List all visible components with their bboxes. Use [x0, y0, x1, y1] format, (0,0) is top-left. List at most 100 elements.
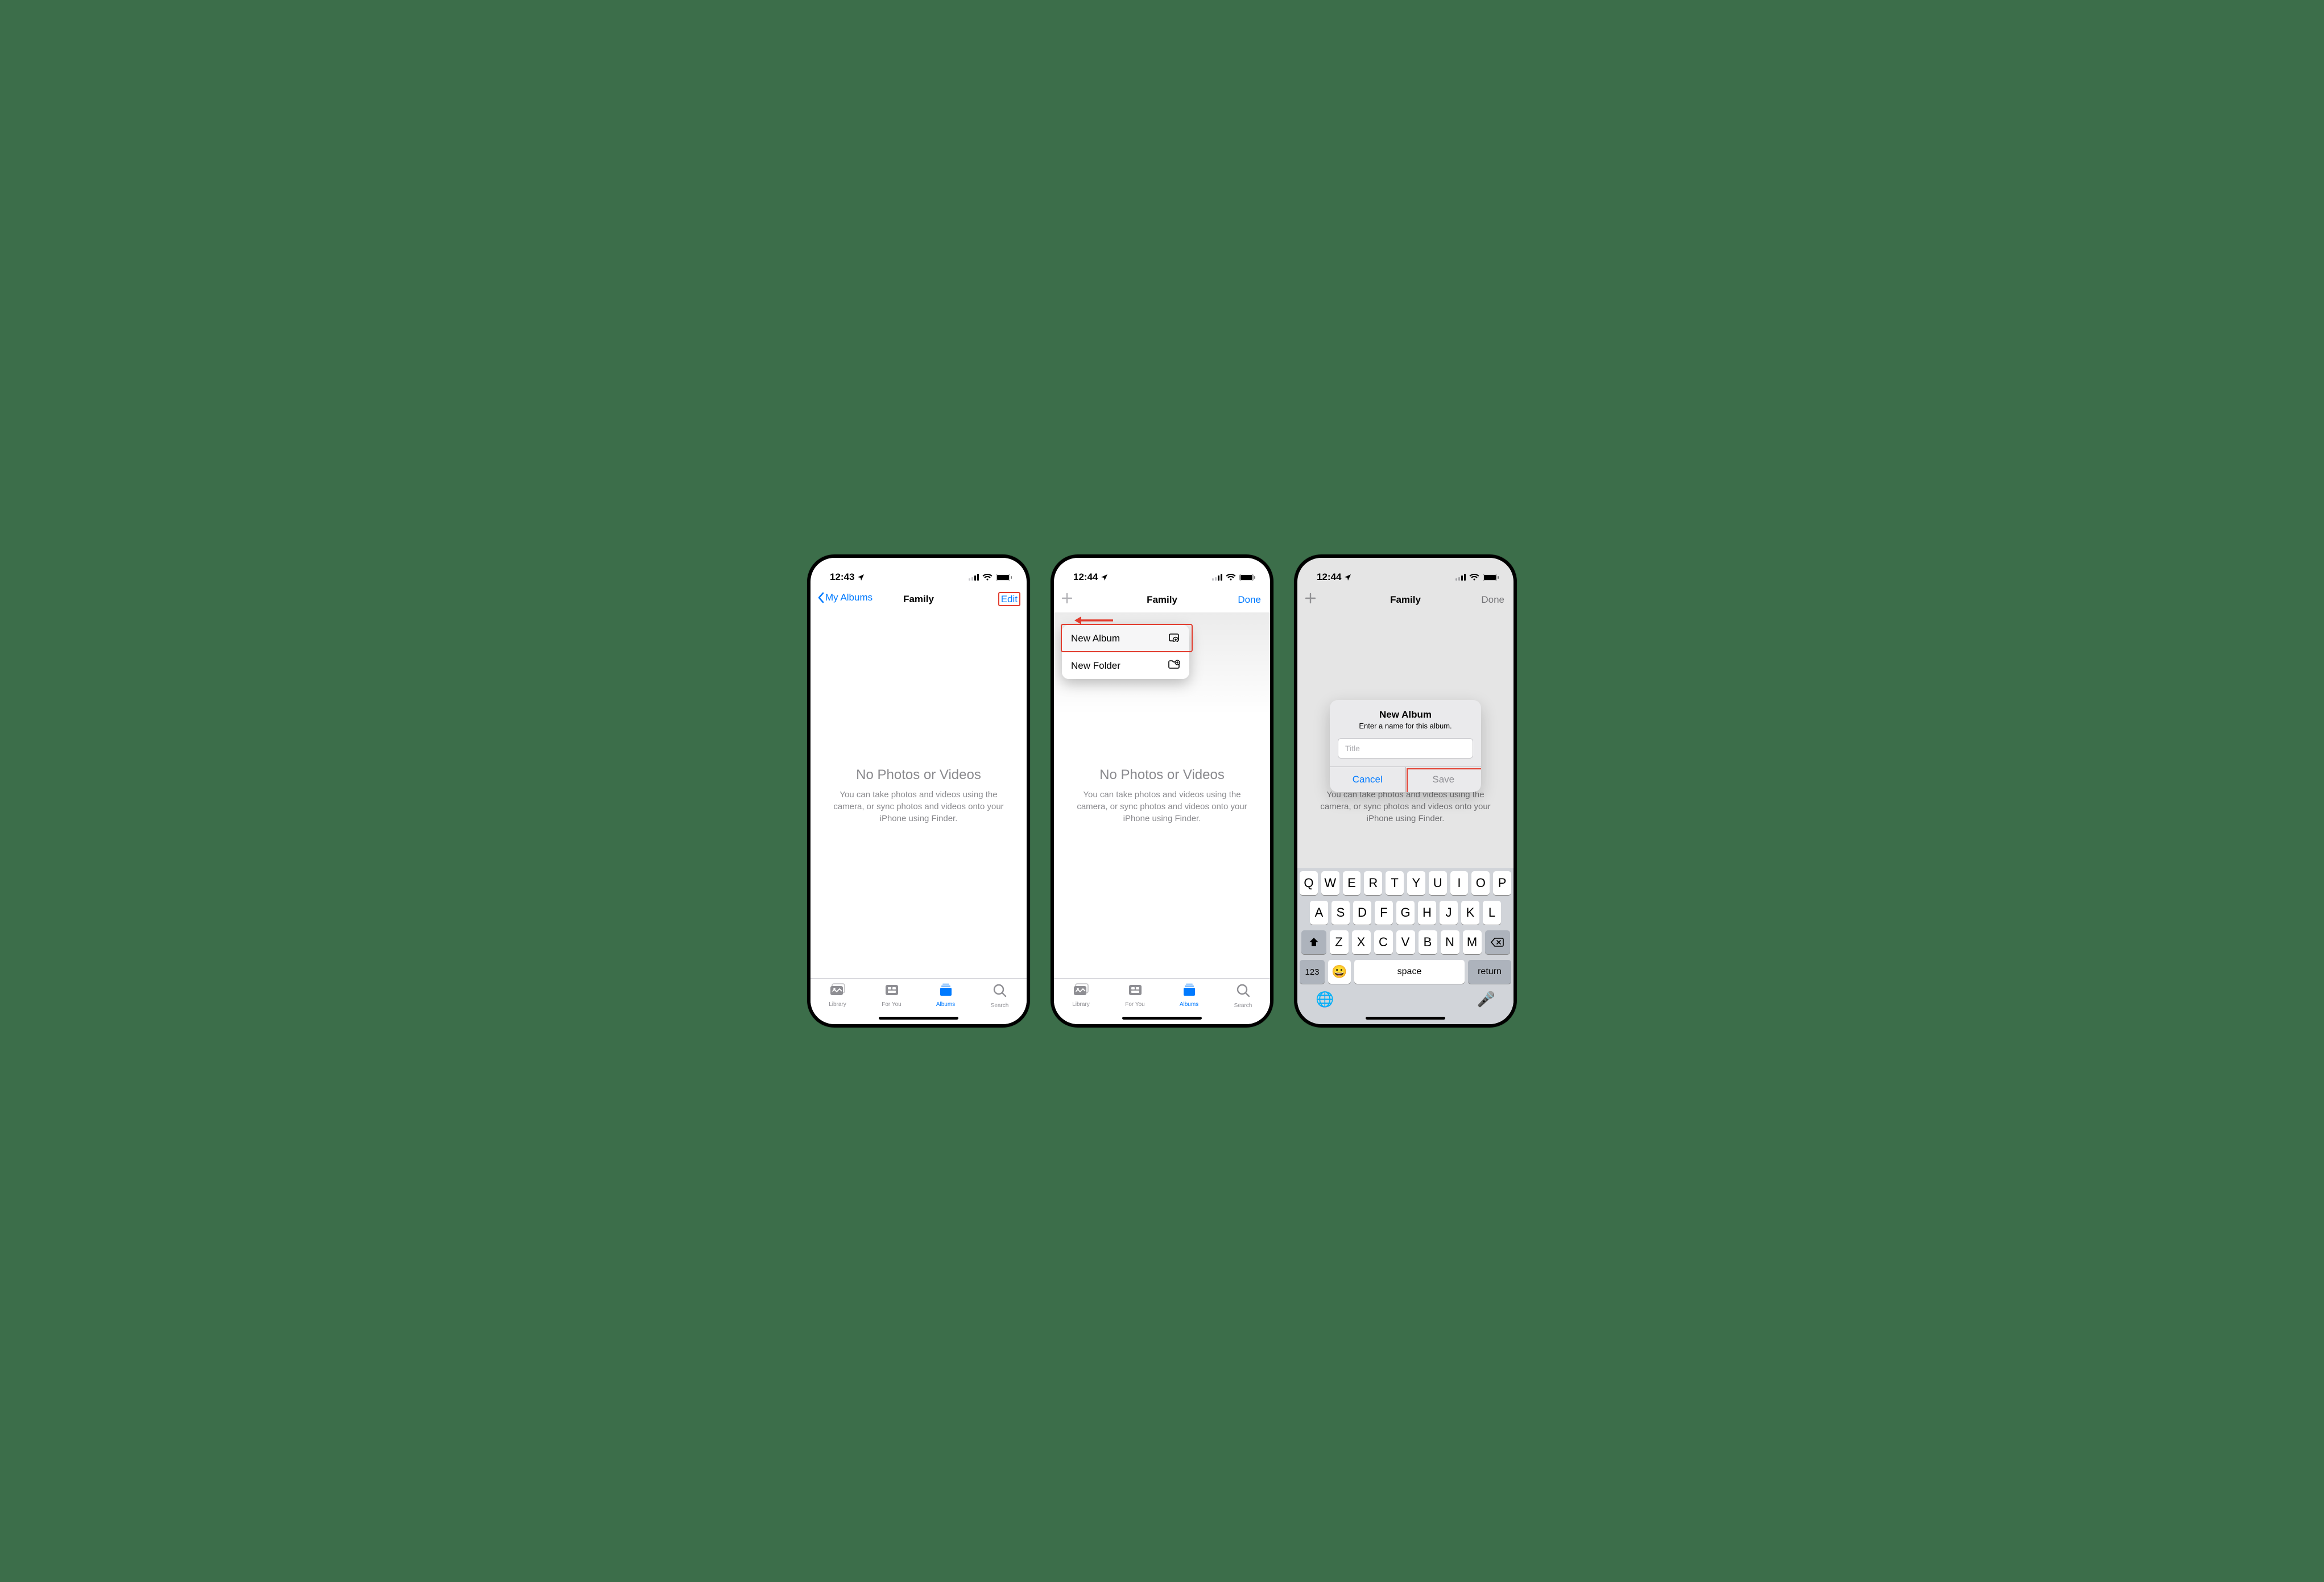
key-T[interactable]: T	[1386, 871, 1404, 895]
key-H[interactable]: H	[1418, 901, 1436, 925]
chevron-left-icon	[817, 592, 824, 603]
key-C[interactable]: C	[1374, 930, 1393, 954]
alert-title: New Album	[1330, 700, 1481, 722]
key-S[interactable]: S	[1331, 901, 1350, 925]
menu-item-new-album[interactable]: New Album	[1062, 625, 1189, 652]
globe-icon[interactable]: 🌐	[1316, 991, 1334, 1008]
plus-icon	[1061, 592, 1073, 604]
key-Y[interactable]: Y	[1407, 871, 1425, 895]
key-K[interactable]: K	[1461, 901, 1479, 925]
empty-subtitle: You can take photos and videos using the…	[824, 789, 1013, 825]
alert-message: Enter a name for this album.	[1330, 722, 1481, 738]
back-button[interactable]: My Albums	[817, 592, 872, 603]
battery-icon	[1483, 574, 1499, 581]
wifi-icon	[1226, 574, 1236, 581]
key-F[interactable]: F	[1375, 901, 1393, 925]
menu-item-new-folder[interactable]: New Folder	[1062, 652, 1189, 679]
battery-icon	[1239, 574, 1255, 581]
wifi-icon	[982, 574, 993, 581]
tab-label: For You	[882, 1001, 901, 1008]
key-R[interactable]: R	[1364, 871, 1382, 895]
nav-right-button[interactable]: Edit	[998, 592, 1020, 606]
mic-icon[interactable]: 🎤	[1477, 991, 1495, 1008]
tab-label: Search	[991, 1003, 1009, 1009]
key-L[interactable]: L	[1483, 901, 1501, 925]
key-N[interactable]: N	[1441, 930, 1459, 954]
empty-title: No Photos or Videos	[856, 767, 981, 783]
cellular-icon	[969, 574, 979, 581]
key-D[interactable]: D	[1353, 901, 1371, 925]
new-album-alert: New AlbumEnter a name for this album. Can…	[1330, 700, 1481, 792]
tab-icon	[1073, 983, 1089, 1000]
tab-library[interactable]: Library	[810, 979, 865, 1024]
key-J[interactable]: J	[1440, 901, 1458, 925]
nav-right-button[interactable]: Done	[1481, 594, 1504, 605]
tab-label: For You	[1125, 1001, 1144, 1008]
nav-bar: My AlbumsFamilyEdit	[810, 587, 1027, 612]
status-bar: 12:44	[1054, 558, 1270, 587]
tab-icon	[1182, 983, 1197, 1000]
key-W[interactable]: W	[1321, 871, 1339, 895]
key-U[interactable]: U	[1429, 871, 1447, 895]
key-return[interactable]: return	[1468, 960, 1511, 984]
phone-screen-3: 12:44FamilyDoneNo Photos or VideosYou ca…	[1294, 554, 1517, 1028]
menu-item-label: New Album	[1071, 633, 1120, 644]
empty-state: No Photos or Videos You can take photos a…	[810, 590, 1027, 1001]
home-indicator[interactable]	[1366, 1017, 1445, 1020]
tab-label: Albums	[1180, 1001, 1198, 1008]
back-label: My Albums	[825, 592, 872, 603]
alert-save-button[interactable]: Save	[1405, 767, 1482, 792]
home-indicator[interactable]	[1122, 1017, 1202, 1020]
key-E[interactable]: E	[1343, 871, 1361, 895]
key-O[interactable]: O	[1471, 871, 1490, 895]
key-delete[interactable]	[1485, 930, 1510, 954]
key-I[interactable]: I	[1450, 871, 1469, 895]
alert-cancel-button[interactable]: Cancel	[1330, 767, 1405, 792]
album-title-input[interactable]	[1344, 743, 1469, 753]
key-emoji[interactable]: 😀	[1328, 960, 1351, 984]
key-P[interactable]: P	[1493, 871, 1511, 895]
empty-subtitle: You can take photos and videos using the…	[1311, 789, 1500, 825]
key-Q[interactable]: Q	[1300, 871, 1318, 895]
tab-label: Library	[1072, 1001, 1090, 1008]
menu-item-label: New Folder	[1071, 660, 1120, 672]
alert-input-wrapper	[1338, 738, 1473, 759]
key-space[interactable]: space	[1354, 960, 1465, 984]
wifi-icon	[1469, 574, 1479, 581]
key-M[interactable]: M	[1463, 930, 1482, 954]
tab-search[interactable]: Search	[1216, 979, 1270, 1024]
status-bar: 12:44	[1297, 558, 1514, 587]
screen-main: No Photos or Videos You can take photos a…	[810, 558, 1027, 1024]
empty-subtitle: You can take photos and videos using the…	[1068, 789, 1256, 825]
key-X[interactable]: X	[1352, 930, 1371, 954]
add-button[interactable]	[1304, 596, 1317, 607]
add-button[interactable]	[1061, 596, 1073, 607]
album-icon	[1168, 632, 1180, 645]
location-icon	[1101, 574, 1108, 581]
key-G[interactable]: G	[1396, 901, 1415, 925]
status-time: 12:44	[1317, 571, 1341, 583]
key-Z[interactable]: Z	[1330, 930, 1349, 954]
tab-search[interactable]: Search	[973, 979, 1027, 1024]
key-numeric[interactable]: 123	[1300, 960, 1325, 984]
add-menu-popover: New Album New Folder	[1062, 625, 1189, 679]
tab-icon	[884, 983, 899, 1000]
cellular-icon	[1212, 574, 1222, 581]
tab-icon	[938, 983, 953, 1000]
key-V[interactable]: V	[1396, 930, 1415, 954]
tab-library[interactable]: Library	[1054, 979, 1108, 1024]
location-icon	[1344, 574, 1351, 581]
key-B[interactable]: B	[1419, 930, 1437, 954]
folder-icon	[1168, 659, 1180, 672]
key-A[interactable]: A	[1310, 901, 1328, 925]
nav-right-button[interactable]: Done	[1238, 594, 1261, 605]
tab-icon	[830, 983, 846, 1000]
keyboard: QWERTYUIOP ASDFGHJKL ZXCVBNM 123😀spaceretur…	[1297, 868, 1514, 1024]
status-bar: 12:43	[810, 558, 1027, 587]
cellular-icon	[1455, 574, 1466, 581]
nav-bar: FamilyDone	[1054, 587, 1270, 613]
tab-label: Search	[1234, 1003, 1252, 1009]
home-indicator[interactable]	[879, 1017, 958, 1020]
status-time: 12:44	[1073, 571, 1098, 583]
key-shift[interactable]	[1301, 930, 1326, 954]
